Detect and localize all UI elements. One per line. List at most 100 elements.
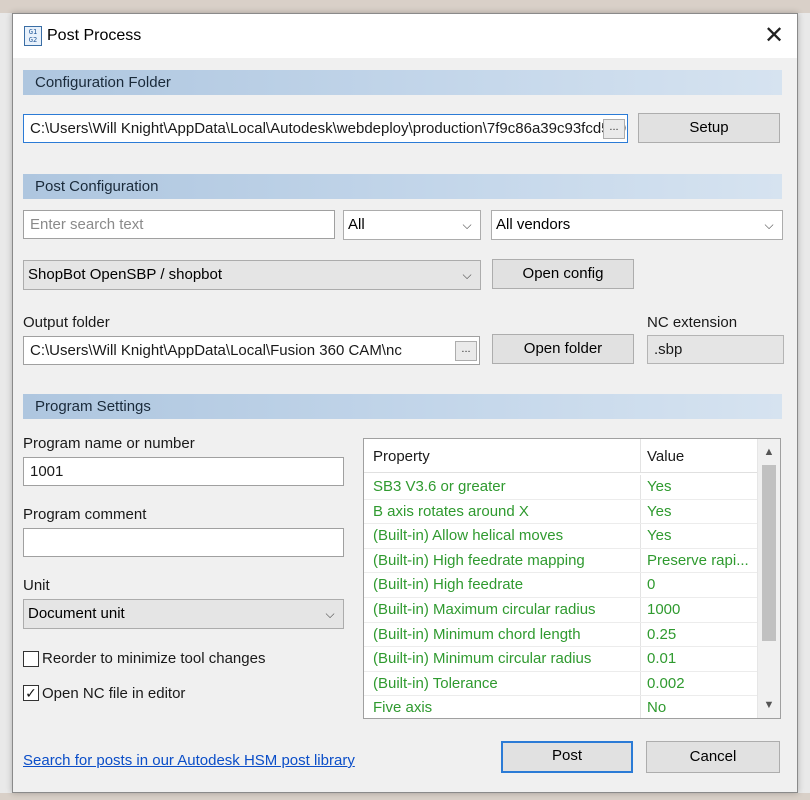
post-filter-select[interactable]: All ⌵	[343, 210, 481, 240]
property-value: Yes	[647, 478, 672, 495]
config-folder-path-text: C:\Users\Will Knight\AppData\Local\Autod…	[30, 120, 627, 137]
output-folder-browse-button[interactable]: ...	[455, 341, 477, 361]
unit-label: Unit	[23, 577, 50, 594]
property-row[interactable]: (Built-in) High feedrate 0	[364, 573, 757, 598]
column-separator	[640, 647, 641, 671]
section-header-post-configuration: Post Configuration	[23, 174, 782, 199]
property-grid[interactable]: Property Value SB3 V3.6 or greater Yes B…	[363, 438, 781, 719]
title-bar: G1 G2 Post Process ✕	[13, 14, 797, 58]
property-row[interactable]: SB3 V3.6 or greater Yes	[364, 475, 757, 500]
column-separator	[640, 439, 641, 472]
open-nc-label[interactable]: Open NC file in editor	[42, 685, 185, 702]
vendor-select[interactable]: All vendors ⌵	[491, 210, 783, 240]
unit-select[interactable]: Document unit ⌵	[23, 599, 344, 629]
open-nc-checkbox[interactable]: ✓	[23, 685, 39, 701]
section-header-program-settings: Program Settings	[23, 394, 782, 419]
property-value: 0.002	[647, 674, 685, 692]
background-strip-top	[0, 0, 810, 13]
column-header-property[interactable]: Property	[373, 448, 430, 465]
close-button[interactable]: ✕	[759, 22, 789, 50]
background-strip-bottom	[0, 793, 810, 800]
column-separator	[640, 696, 641, 718]
property-name: (Built-in) Tolerance	[373, 674, 498, 692]
program-name-label: Program name or number	[23, 435, 195, 452]
column-separator	[640, 598, 641, 622]
property-row[interactable]: (Built-in) Maximum circular radius 1000	[364, 598, 757, 623]
property-value: No	[647, 699, 667, 717]
property-grid-header: Property Value	[364, 439, 757, 473]
config-folder-browse-button[interactable]: ...	[603, 119, 625, 139]
chevron-down-icon: ⌵	[462, 218, 472, 232]
property-name: B axis rotates around X	[373, 502, 529, 520]
reorder-checkbox[interactable]	[23, 651, 39, 667]
column-separator	[640, 548, 641, 573]
program-name-input[interactable]: 1001	[23, 457, 344, 486]
property-name: (Built-in) High feedrate mapping	[373, 551, 585, 569]
unit-value: Document unit	[28, 605, 125, 622]
property-row[interactable]: B axis rotates around X Yes	[364, 499, 757, 525]
output-folder-path-field[interactable]: C:\Users\Will Knight\AppData\Local\Fusio…	[23, 336, 480, 365]
post-processor-select[interactable]: ShopBot OpenSBP / shopbot ⌵	[23, 260, 481, 290]
property-row[interactable]: (Built-in) High feedrate mapping Preserv…	[364, 548, 757, 574]
property-value: 1000	[647, 601, 681, 618]
reorder-label[interactable]: Reorder to minimize tool changes	[42, 650, 265, 667]
post-search-input[interactable]: Enter search text	[23, 210, 335, 239]
open-folder-button[interactable]: Open folder	[492, 334, 634, 364]
property-value: Yes	[647, 527, 672, 545]
property-name: (Built-in) Maximum circular radius	[373, 601, 596, 618]
output-folder-label: Output folder	[23, 314, 110, 331]
chevron-down-icon: ⌵	[325, 607, 335, 621]
property-name: (Built-in) High feedrate	[373, 576, 524, 594]
app-icon: G1 G2	[24, 26, 42, 46]
property-row[interactable]: (Built-in) Minimum chord length 0.25	[364, 622, 757, 648]
checkmark-icon: ✓	[25, 685, 37, 701]
window-title: Post Process	[47, 27, 142, 44]
output-folder-path-text: C:\Users\Will Knight\AppData\Local\Fusio…	[30, 342, 402, 359]
chevron-down-icon: ⌵	[462, 268, 472, 282]
property-name: (Built-in) Minimum circular radius	[373, 650, 592, 668]
post-search-placeholder: Enter search text	[30, 216, 144, 233]
property-grid-scrollbar[interactable]: ▲ ▼	[757, 439, 780, 718]
column-separator	[640, 524, 641, 548]
property-value: 0.01	[647, 650, 677, 668]
setup-button[interactable]: Setup	[638, 113, 780, 143]
open-config-button[interactable]: Open config	[492, 259, 634, 289]
property-row[interactable]: (Built-in) Allow helical moves Yes	[364, 524, 757, 549]
vendor-value: All vendors	[496, 216, 571, 233]
column-separator	[640, 671, 641, 696]
property-row[interactable]: (Built-in) Minimum circular radius 0.01	[364, 647, 757, 672]
property-value: 0	[647, 576, 656, 594]
nc-extension-value: .sbp	[654, 341, 683, 358]
post-processor-value: ShopBot OpenSBP / shopbot	[28, 266, 223, 283]
cancel-button[interactable]: Cancel	[646, 741, 780, 773]
scrollbar-thumb[interactable]	[762, 465, 776, 641]
property-value: 0.25	[647, 625, 677, 643]
close-icon: ✕	[763, 21, 785, 49]
program-comment-input[interactable]	[23, 528, 344, 557]
chevron-down-icon: ⌵	[764, 218, 774, 232]
post-filter-value: All	[348, 216, 365, 233]
property-name: (Built-in) Allow helical moves	[373, 527, 564, 545]
column-separator	[640, 475, 641, 499]
config-folder-path-field[interactable]: C:\Users\Will Knight\AppData\Local\Autod…	[23, 114, 628, 143]
nc-extension-field[interactable]: .sbp	[647, 335, 784, 364]
scroll-up-arrow-icon[interactable]: ▲	[758, 442, 780, 462]
property-row[interactable]: Five axis No	[364, 696, 757, 718]
post-button[interactable]: Post	[501, 741, 633, 773]
post-process-dialog: G1 G2 Post Process ✕ Configuration Folde…	[12, 13, 798, 793]
nc-extension-label: NC extension	[647, 314, 738, 331]
column-header-value[interactable]: Value	[647, 448, 684, 465]
column-separator	[640, 622, 641, 647]
property-value: Yes	[647, 502, 672, 520]
property-name: SB3 V3.6 or greater	[373, 478, 506, 495]
section-header-configuration-folder: Configuration Folder	[23, 70, 782, 95]
program-name-value: 1001	[30, 463, 64, 480]
property-row[interactable]: (Built-in) Tolerance 0.002	[364, 671, 757, 697]
column-separator	[640, 573, 641, 597]
program-comment-label: Program comment	[23, 506, 147, 523]
column-separator	[640, 499, 641, 524]
scroll-down-arrow-icon[interactable]: ▼	[758, 695, 780, 715]
post-library-link[interactable]: Search for posts in our Autodesk HSM pos…	[23, 752, 355, 769]
property-name: (Built-in) Minimum chord length	[373, 625, 581, 643]
property-value: Preserve rapi...	[647, 551, 749, 569]
